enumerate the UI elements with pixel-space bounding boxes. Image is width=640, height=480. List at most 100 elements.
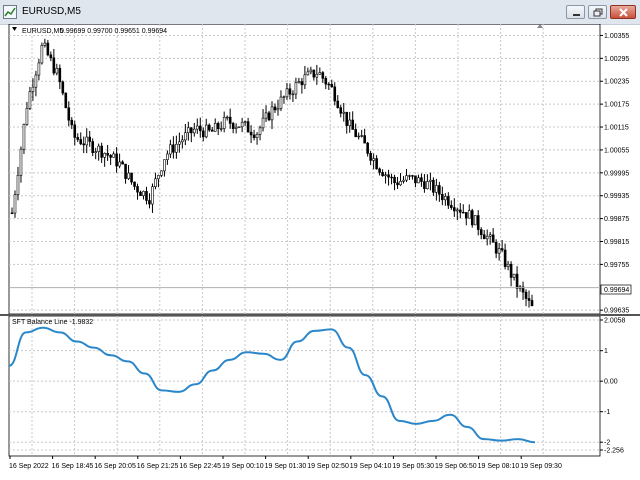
candle-body	[479, 229, 483, 236]
candle-body	[354, 129, 357, 137]
candle-body	[420, 177, 423, 182]
candle-body	[333, 86, 337, 102]
candle-body	[279, 96, 283, 109]
candle-body	[473, 215, 477, 226]
candle-body	[270, 106, 274, 121]
chart-shift-marker-icon[interactable]	[537, 24, 543, 28]
candle-body	[327, 83, 331, 86]
candle-body	[524, 291, 528, 299]
time-tick-label: 19 Sep 08:10	[478, 463, 520, 470]
candle-body	[485, 235, 489, 240]
candle-body	[73, 124, 77, 138]
candle-body	[357, 135, 360, 138]
chart-window: EURUSD,M5 1.00355 1.00295 1.00235 1.00175 1.…	[0, 0, 640, 480]
candle-body	[441, 193, 444, 201]
indicator-tick-label: 0.00	[604, 379, 618, 386]
chart-symbol-label: EURUSD,M5	[22, 28, 63, 35]
candle-body	[234, 126, 238, 129]
candle-body	[450, 205, 453, 208]
candle-body	[58, 67, 62, 83]
indicator-tick-label: 1	[604, 348, 608, 355]
candle-body	[55, 67, 59, 74]
candle-body	[195, 125, 199, 130]
candle-body	[312, 69, 316, 78]
candle-body	[225, 116, 229, 119]
candle-body	[497, 248, 501, 254]
candle-body	[85, 136, 89, 146]
candle-body	[139, 191, 142, 196]
candle-body	[198, 125, 202, 132]
candle-body	[255, 133, 259, 139]
restore-button[interactable]	[588, 5, 607, 19]
candle-body	[67, 107, 71, 121]
candle-body	[390, 176, 393, 179]
price-tick-label: 0.99755	[604, 262, 629, 269]
candle-body	[97, 145, 100, 152]
indicator-header: SFT Balance Line -1.9832	[12, 319, 93, 326]
candle-body	[366, 142, 369, 154]
indicator-tick-label: -1	[604, 409, 610, 416]
price-tick-label: 0.99635	[604, 308, 629, 315]
candle-body	[315, 73, 319, 78]
candle-body	[82, 143, 86, 146]
candle-body	[384, 174, 387, 177]
candle-body	[351, 119, 354, 130]
candle-body	[482, 234, 486, 240]
candle-body	[309, 69, 313, 73]
candle-body	[342, 111, 346, 114]
time-tick-label: 19 Sep 01:30	[265, 463, 307, 470]
candle-body	[243, 121, 247, 123]
price-chart-area[interactable]: 1.00355 1.00295 1.00235 1.00175 1.00115 1.000…	[0, 24, 640, 480]
candle-body	[127, 172, 130, 179]
candle-body	[330, 84, 334, 88]
candle-body	[252, 134, 256, 139]
candle-body	[429, 179, 432, 182]
time-tick-label: 19 Sep 06:50	[435, 463, 477, 470]
dropdown-triangle-icon[interactable]	[12, 27, 17, 31]
time-tick-label: 19 Sep 00:10	[222, 463, 264, 470]
title-bar[interactable]: EURUSD,M5	[0, 0, 640, 25]
close-icon	[619, 8, 628, 17]
price-tick-label: 0.99875	[604, 216, 629, 223]
candle-body	[136, 186, 139, 193]
candle-body	[470, 210, 474, 226]
candle-body	[157, 175, 160, 180]
candle-body	[124, 163, 127, 179]
minimize-button[interactable]	[566, 5, 585, 19]
candle-body	[503, 249, 507, 267]
close-button[interactable]	[610, 5, 636, 19]
candle-body	[303, 74, 307, 86]
candle-body	[432, 179, 435, 193]
candle-body	[339, 107, 343, 114]
candle-body	[506, 263, 510, 267]
candle-body	[306, 71, 310, 76]
candle-body	[154, 178, 157, 188]
candle-body	[378, 168, 381, 173]
price-tick-label: 1.00355	[604, 33, 629, 40]
candle-body	[28, 91, 32, 109]
window-title: EURUSD,M5	[22, 6, 81, 17]
balance-line-series	[8, 326, 536, 444]
indicator-axis: 2.0058 1 0.00 -1 -2-2.256	[600, 318, 626, 455]
candle-body	[100, 145, 103, 158]
candle-body	[372, 158, 375, 161]
candle-body	[527, 298, 531, 301]
candle-body	[267, 112, 271, 121]
candle-body	[375, 158, 378, 170]
candle-body	[228, 116, 232, 124]
candle-body	[148, 200, 151, 205]
candle-body	[435, 185, 438, 193]
candle-body	[178, 141, 181, 145]
candle-body	[52, 57, 56, 74]
candle-body	[79, 139, 83, 145]
price-tick-label: 1.00115	[604, 125, 629, 132]
candle-body	[476, 215, 480, 230]
candle-body	[207, 124, 211, 131]
candle-body	[46, 42, 50, 56]
candle-body	[515, 273, 519, 289]
candle-body	[210, 129, 214, 132]
candle-body	[491, 234, 495, 243]
candle-body	[109, 155, 112, 158]
candle-body	[142, 191, 145, 196]
candle-body	[231, 123, 235, 129]
